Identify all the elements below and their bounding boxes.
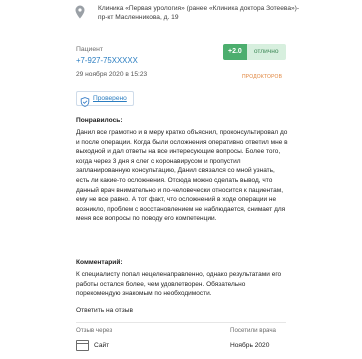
reply-link[interactable]: Ответить на отзыв — [76, 307, 133, 314]
liked-text: Данил все грамотно и в меру кратко объяс… — [76, 129, 288, 223]
website-icon — [76, 340, 89, 351]
patient-label: Пациент — [76, 46, 104, 53]
clinic-address-text: Клиника «Первая урология» (ранее «Клиник… — [98, 5, 300, 21]
comment-text: К специалисту попал нецеленаправленно, о… — [76, 271, 282, 298]
rating-badge: +2.0 отлично — [223, 44, 286, 60]
liked-heading: Понравилось: — [76, 117, 123, 124]
location-pin-icon — [74, 5, 86, 19]
rating-label: отлично — [246, 44, 286, 60]
via-value: Сайт — [94, 342, 110, 349]
patient-phone[interactable]: +7-927-75XXXXX — [76, 56, 138, 65]
verified-label: Проверено — [93, 95, 127, 102]
clinic-address[interactable]: Клиника «Первая урология» (ранее «Клиник… — [74, 4, 334, 22]
rating-value: +2.0 — [223, 44, 247, 60]
visits-value: Ноябрь 2020 — [230, 342, 270, 349]
review-date: 29 ноября 2020 в 15:23 — [76, 71, 148, 78]
shield-check-icon — [80, 94, 90, 107]
comment-heading: Комментарий: — [76, 259, 123, 266]
visits-label: Посетили врача — [230, 327, 276, 334]
source-brand[interactable]: ПРОДОКТОРОВ — [242, 74, 282, 80]
divider — [76, 322, 286, 323]
verified-badge[interactable]: Проверено — [76, 91, 134, 107]
via-label: Отзыв через — [76, 327, 113, 334]
